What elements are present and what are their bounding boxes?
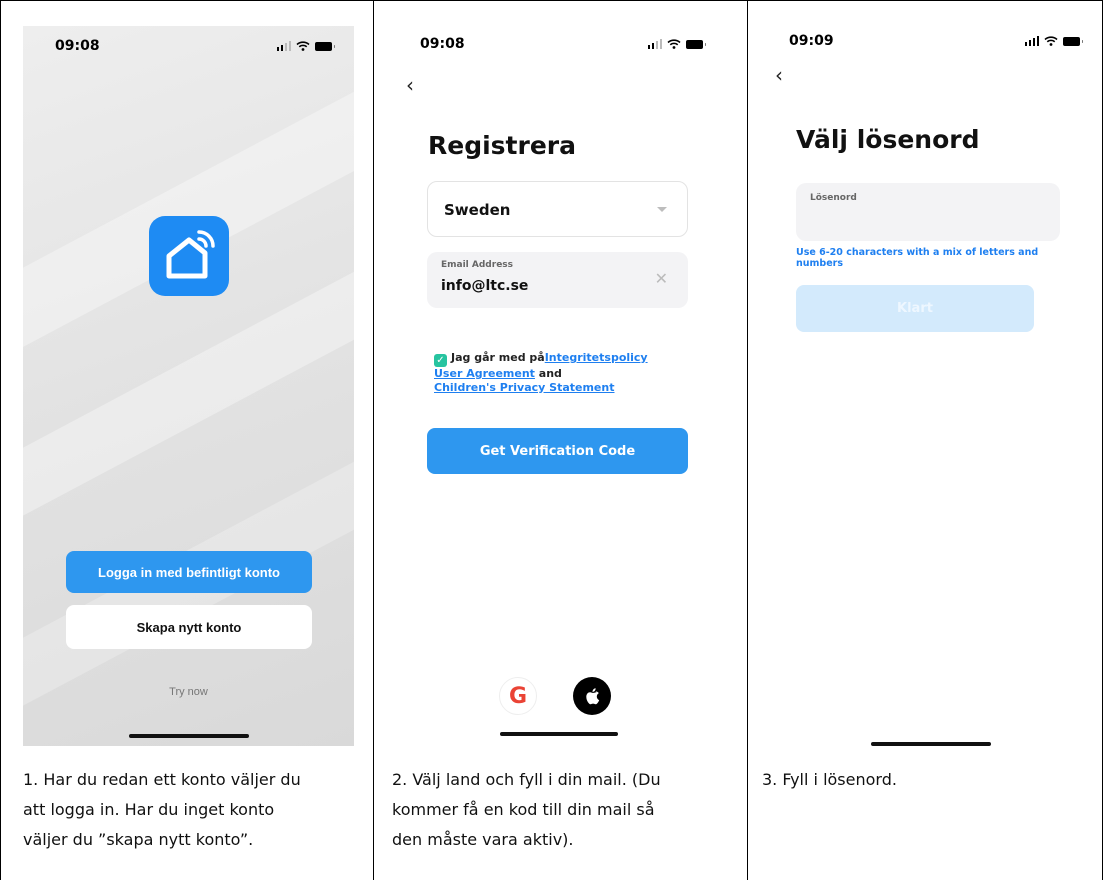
status-time: 09:08: [55, 38, 100, 54]
home-indicator: [129, 734, 249, 738]
chevron-left-icon[interactable]: ‹: [406, 73, 414, 97]
password-label: Lösenord: [810, 193, 857, 203]
cellular-signal-icon: [1024, 36, 1039, 46]
page-title: Välj lösenord: [796, 125, 980, 154]
caption-line: kommer få en kod till din mail så: [392, 800, 655, 819]
agree-checkbox[interactable]: ✓: [434, 354, 447, 367]
wifi-icon: [1044, 36, 1058, 46]
caption-line: 1. Har du redan ett konto väljer du: [23, 770, 301, 789]
caption-line: att logga in. Har du inget konto: [23, 800, 275, 819]
caption-line: 3. Fyll i lösenord.: [762, 770, 897, 789]
table-divider-1: [373, 0, 374, 880]
table-border-left: [0, 0, 1, 880]
status-bar: 09:08: [378, 1, 743, 52]
status-time: 09:09: [789, 33, 834, 49]
country-select[interactable]: Sweden: [427, 181, 688, 237]
childrens-privacy-link[interactable]: Children's Privacy Statement: [434, 381, 615, 394]
caption-step-2: 2. Välj land och fyll i din mail. (Du ko…: [392, 765, 661, 855]
password-field[interactable]: Lösenord: [796, 183, 1060, 241]
caption-step-1: 1. Har du redan ett konto väljer du att …: [23, 765, 301, 855]
privacy-policy-link[interactable]: Integritetspolicy: [545, 351, 648, 364]
create-new-account-button[interactable]: Skapa nytt konto: [66, 605, 312, 649]
done-button[interactable]: Klart: [796, 285, 1034, 332]
battery-icon: [1063, 36, 1083, 46]
screenshot-register: 09:08 ‹ Registrera Sweden Email Address …: [378, 1, 743, 746]
caption-line: 2. Välj land och fyll i din mail. (Du: [392, 770, 661, 789]
cellular-signal-icon: [647, 39, 662, 49]
login-existing-account-button[interactable]: Logga in med befintligt konto: [66, 551, 312, 593]
user-agreement-link[interactable]: User Agreement: [434, 367, 535, 380]
google-login-icon[interactable]: G: [499, 677, 537, 715]
and-text: and: [538, 367, 562, 380]
get-verification-code-button[interactable]: Get Verification Code: [427, 428, 688, 474]
email-label: Email Address: [441, 260, 514, 270]
caption-line: väljer du ”skapa nytt konto”.: [23, 830, 254, 849]
home-indicator: [500, 732, 618, 736]
email-value: info@ltc.se: [441, 278, 529, 294]
password-hint: Use 6-20 characters with a mix of letter…: [796, 247, 1039, 269]
try-now-link[interactable]: Try now: [23, 686, 354, 698]
chevron-left-icon[interactable]: ‹: [775, 63, 783, 87]
caret-down-icon: [657, 207, 667, 212]
screenshot-welcome: 09:08 Logga in med befintligt konto Skap…: [23, 26, 354, 746]
agreement-text: ✓ Jag går med påIntegritetspolicy User Ag…: [434, 351, 694, 395]
apple-login-icon[interactable]: [573, 677, 611, 715]
status-bar: 09:08: [23, 26, 354, 66]
caption-line: den måste vara aktiv).: [392, 830, 574, 849]
agree-label: Jag går med på: [451, 351, 545, 364]
screenshot-password: 09:09 ‹ Välj lösenord Lösenord Use 6-20 …: [753, 1, 1102, 746]
email-field[interactable]: Email Address info@ltc.se ✕: [427, 252, 688, 308]
table-divider-2: [747, 0, 748, 880]
smart-home-app-icon: [149, 216, 229, 296]
wifi-icon: [296, 41, 310, 51]
battery-icon: [315, 41, 335, 51]
battery-icon: [686, 39, 706, 49]
caption-step-3: 3. Fyll i lösenord.: [762, 765, 897, 795]
status-time: 09:08: [420, 36, 465, 52]
status-bar: 09:09: [753, 1, 1102, 49]
page-title: Registrera: [428, 131, 576, 160]
country-value: Sweden: [444, 201, 511, 219]
cellular-signal-icon: [276, 41, 291, 51]
clear-icon[interactable]: ✕: [655, 269, 668, 289]
home-indicator: [871, 742, 991, 746]
wifi-icon: [667, 39, 681, 49]
